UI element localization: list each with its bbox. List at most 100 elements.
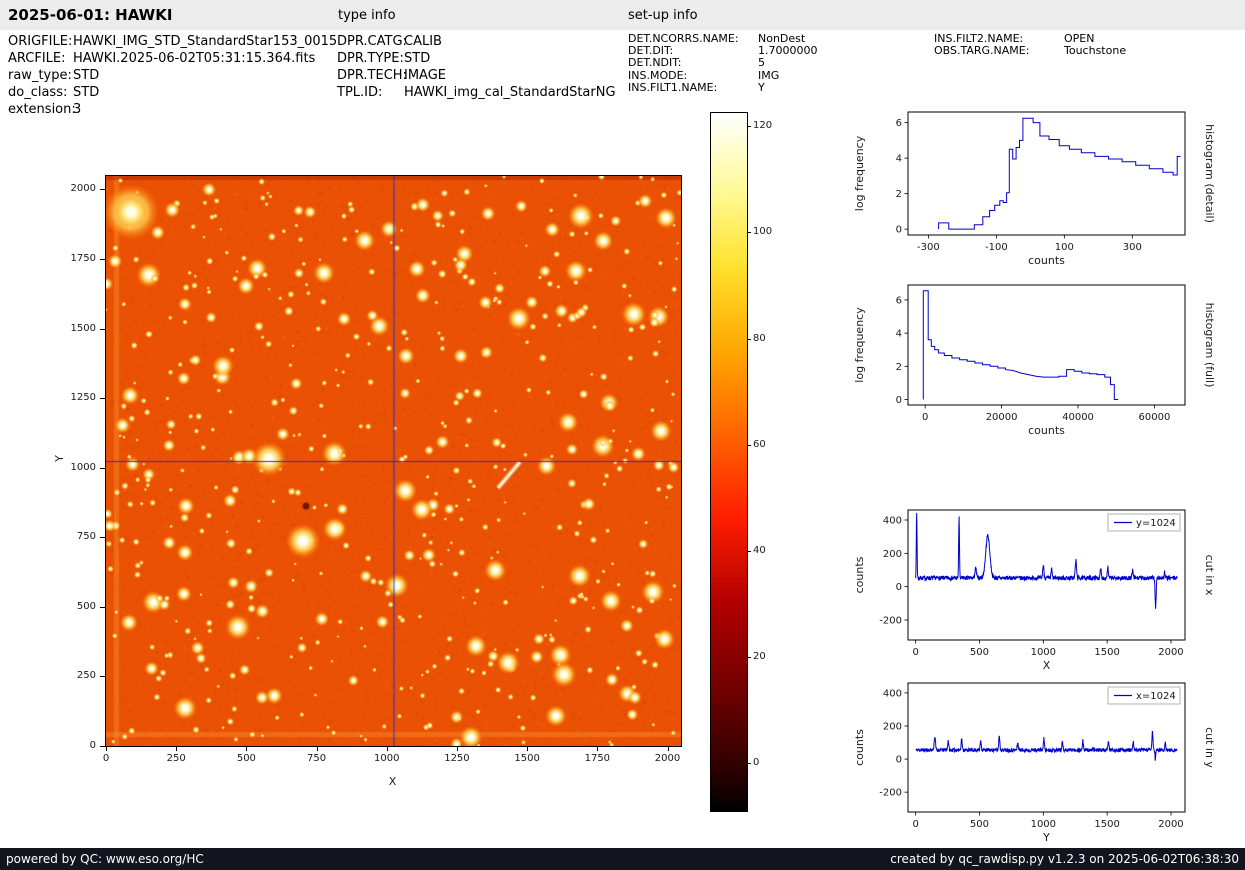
y-tick-label: 0	[89, 740, 96, 751]
x-tick-label: 0	[912, 819, 918, 830]
info-label: INS.MODE:	[628, 68, 688, 82]
x-tick-mark	[316, 747, 318, 751]
x-tick-label: 2000	[1158, 819, 1183, 830]
y-tick-label: 6	[896, 118, 902, 129]
info-value: HAWKI_IMG_STD_StandardStar153_0015	[73, 34, 338, 49]
y-tick-label: 1500	[70, 322, 96, 334]
info-value: STD	[404, 51, 431, 66]
info-row: INS.FILT1.NAME: Y	[628, 80, 818, 94]
y-tick-label: 2	[896, 189, 902, 200]
y-tick-label: 0	[896, 225, 902, 236]
colorbar-tick-label: 80	[753, 332, 766, 344]
x-axis-label: counts	[1028, 424, 1065, 437]
legend-label: y=1024	[1136, 518, 1176, 529]
y-tick-label: 2000	[70, 183, 96, 195]
x-tick-label: 60000	[1139, 412, 1171, 423]
info-value: STD	[73, 85, 100, 100]
x-tick-label: -300	[917, 242, 940, 253]
right-axis-label: histogram (detail)	[1203, 124, 1215, 223]
y-tick-label: 250	[76, 670, 96, 682]
setup-info-block-a: DET.NCORRS.NAME: NonDest DET.DIT: 1.700000…	[628, 32, 818, 94]
colorbar-tick-label: 20	[753, 651, 766, 663]
right-axis-label: histogram (full)	[1203, 303, 1215, 388]
x-tick-mark	[246, 747, 248, 751]
legend-label: x=1024	[1136, 691, 1176, 702]
info-row: INS.MODE: IMG	[628, 68, 818, 82]
y-tick-label: 400	[883, 516, 902, 527]
x-tick-label: 100	[1055, 242, 1074, 253]
x-tick-mark	[667, 747, 669, 751]
info-row: DPR.TECH: IMAGE	[337, 67, 616, 84]
cut-in-x-chart: 0 500 1000 1500 2000 -200 0 200 400 Xcounts cut in…	[850, 504, 1216, 674]
x-tick-label: 20000	[986, 412, 1018, 423]
info-row: raw_type: STD	[8, 67, 337, 84]
y-tick-label: 1250	[70, 392, 96, 404]
x-tick-mark	[597, 747, 599, 751]
colorbar-tick-label: 100	[753, 226, 773, 238]
x-tick-label: 1000	[374, 753, 400, 764]
y-tick-label: 200	[883, 722, 902, 733]
info-row: TPL.ID: HAWKI_img_cal_StandardStarNG	[337, 84, 616, 101]
setup-info-block-b: INS.FILT2.NAME: OPEN OBS.TARG.NAME: Touchs…	[934, 32, 1126, 58]
x-tick-label: 750	[307, 753, 327, 764]
x-tick-label: 2000	[1158, 647, 1183, 658]
info-label: DPR.TECH:	[337, 68, 407, 83]
x-tick-mark	[456, 747, 458, 751]
x-tick-mark	[386, 747, 388, 751]
histogram-detail-chart: -300 -100 100 300 0 2 4 6 counts log frequency his…	[850, 106, 1216, 269]
x-tick-label: 500	[970, 819, 989, 830]
y-tick-label: 400	[883, 688, 902, 699]
image-x-axis-label: X	[388, 775, 397, 788]
info-row: do_class: STD	[8, 84, 337, 101]
y-tick-label: 2	[896, 362, 902, 373]
y-tick-label: 500	[76, 600, 96, 612]
image-y-axis-label: Y	[52, 455, 66, 462]
y-axis-label: log frequency	[853, 307, 866, 383]
info-row: ORIGFILE: HAWKI_IMG_STD_StandardStar153_0…	[8, 33, 337, 50]
info-label: raw_type:	[8, 68, 72, 83]
info-value: STD	[73, 68, 100, 83]
info-row: extension: 3	[8, 101, 337, 118]
info-label: INS.FILT1.NAME:	[628, 80, 718, 94]
info-value: HAWKI_img_cal_StandardStarNG	[404, 85, 616, 100]
x-tick-label: 500	[236, 753, 256, 764]
info-label: DPR.CATG:	[337, 34, 407, 49]
x-tick-label: 1500	[1094, 819, 1119, 830]
info-label: ORIGFILE:	[8, 34, 73, 49]
y-tick-label: 200	[883, 549, 902, 560]
info-value: IMAGE	[404, 68, 447, 83]
x-tick-label: 1250	[444, 753, 470, 764]
x-tick-mark	[176, 747, 178, 751]
info-value: 5	[758, 56, 765, 70]
cut-in-y-chart: 0 500 1000 1500 2000 -200 0 200 400 Ycounts cut in…	[850, 677, 1216, 846]
info-row: DPR.CATG: CALIB	[337, 33, 616, 50]
setup-info-heading: set-up info	[628, 8, 698, 23]
y-tick-label: 0	[896, 755, 902, 766]
star-field-image	[106, 176, 681, 746]
x-tick-label: 1750	[584, 753, 611, 764]
y-tick-label: 0	[896, 582, 902, 593]
x-tick-label: 300	[1123, 242, 1142, 253]
info-label: extension:	[8, 102, 76, 117]
info-label: OBS.TARG.NAME:	[934, 44, 1030, 58]
info-label: DPR.TYPE:	[337, 51, 404, 66]
plot-frame	[907, 111, 1186, 236]
y-tick-label: 1750	[70, 252, 96, 264]
page-title: 2025-06-01: HAWKI	[8, 6, 173, 24]
y-tick-label: 750	[76, 531, 96, 543]
type-info-block: DPR.CATG: CALIB DPR.TYPE: STD DPR.TECH: IMA…	[337, 33, 616, 101]
footer-created-by: created by qc_rawdisp.py v1.2.3 on 2025-…	[890, 852, 1239, 866]
x-axis-label: counts	[1028, 254, 1065, 267]
histogram-detail-plot: -300 -100 100 300 0 2 4 6 counts log frequency his…	[853, 111, 1216, 267]
qc-report-page: 2025-06-01: HAWKI type info set-up info …	[0, 0, 1245, 870]
y-tick-label: -200	[879, 616, 902, 627]
top-bar: 2025-06-01: HAWKI type info set-up info	[0, 0, 1245, 30]
image-panel	[105, 175, 682, 747]
x-tick-label: 1500	[514, 753, 540, 764]
info-row: DPR.TYPE: STD	[337, 50, 616, 67]
x-tick-label: 2000	[654, 753, 681, 764]
series-cut-y	[915, 730, 1178, 761]
y-axis-label: counts	[853, 729, 866, 766]
colorbar-tick-label: 120	[753, 120, 773, 132]
info-value: 1.7000000	[758, 44, 818, 58]
